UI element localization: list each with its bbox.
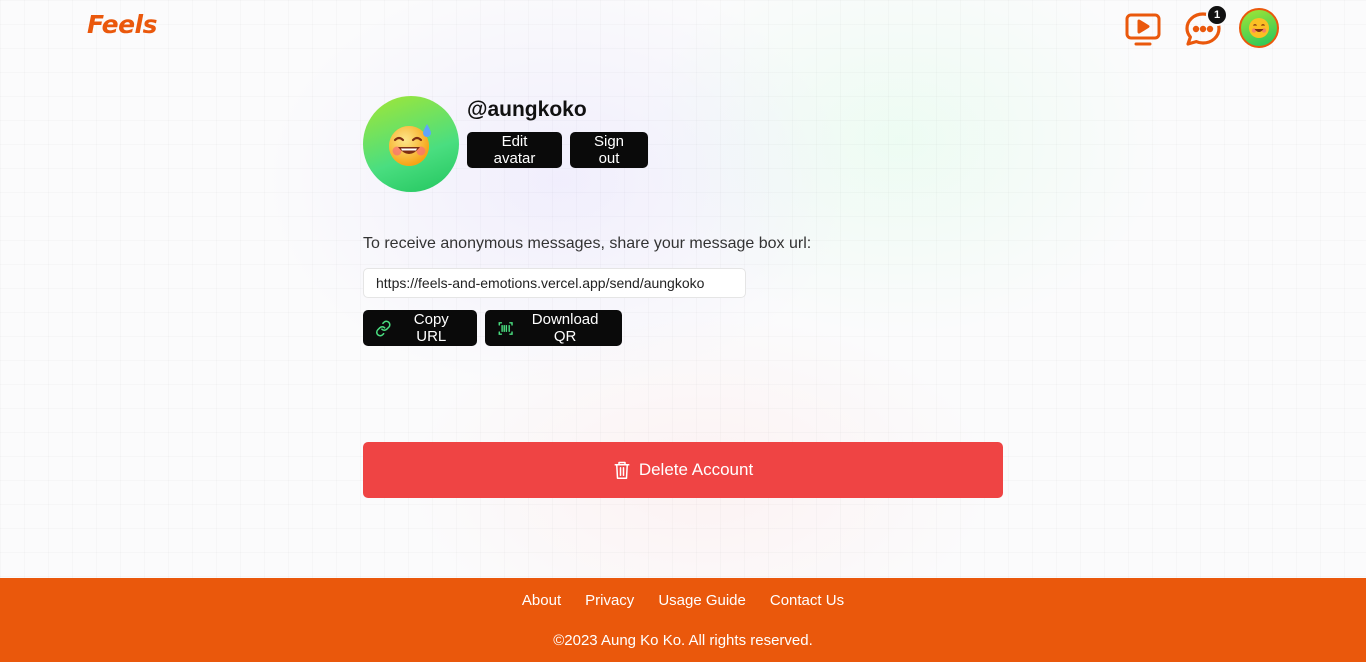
sign-out-button[interactable]: Sign out [570, 132, 648, 168]
trash-icon [614, 461, 630, 479]
edit-avatar-button[interactable]: Edit avatar [467, 132, 562, 168]
logo[interactable]: Feels [87, 10, 158, 39]
link-icon [376, 320, 391, 336]
tv-icon[interactable] [1125, 11, 1161, 47]
share-instruction: To receive anonymous messages, share you… [363, 235, 812, 252]
hot-face-icon [1249, 18, 1269, 38]
delete-account-label: Delete Account [638, 460, 754, 479]
barcode-icon [498, 321, 513, 335]
message-box-url-field[interactable] [363, 268, 746, 298]
notification-badge: 1 [1206, 4, 1228, 26]
footer-link-usage-guide[interactable]: Usage Guide [658, 592, 746, 609]
delete-account-button[interactable]: Delete Account [363, 442, 1003, 498]
username: @aungkoko [467, 98, 587, 121]
download-qr-button[interactable]: Download QR [485, 310, 622, 346]
footer-link-contact-us[interactable]: Contact Us [770, 592, 844, 609]
hot-face-icon [389, 124, 431, 166]
footer: About Privacy Usage Guide Contact Us ©20… [0, 578, 1366, 662]
header-avatar[interactable] [1239, 8, 1279, 48]
copy-url-button[interactable]: Copy URL [363, 310, 477, 346]
copy-url-label: Copy URL [413, 311, 449, 345]
footer-link-privacy[interactable]: Privacy [585, 592, 634, 609]
footer-nav: About Privacy Usage Guide Contact Us [0, 592, 1366, 609]
download-qr-label: Download QR [531, 311, 599, 345]
copyright: ©2023 Aung Ko Ko. All rights reserved. [553, 632, 813, 649]
profile-avatar [363, 96, 459, 192]
footer-link-about[interactable]: About [522, 592, 561, 609]
